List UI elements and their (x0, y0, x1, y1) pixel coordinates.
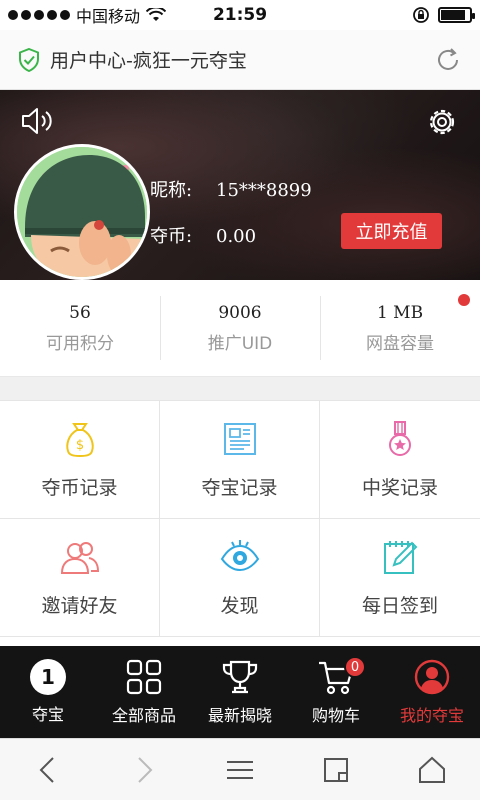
eye-icon (220, 540, 259, 572)
grid-item-label: 夺宝记录 (201, 477, 278, 499)
cart-badge: 0 (344, 656, 366, 678)
page-title: 用户中心-疯狂一元夺宝 (50, 50, 247, 72)
refresh-icon[interactable] (434, 46, 462, 74)
grid-item-label: 夺币记录 (41, 477, 118, 499)
nav-label: 购物车 (311, 706, 360, 725)
stat-label: 网盘容量 (366, 333, 434, 354)
money-bag-icon: $ (65, 423, 94, 458)
grid-item-label: 中奖记录 (361, 477, 438, 499)
forward-icon[interactable] (129, 755, 159, 785)
grid-item-winning-records[interactable]: 中奖记录 (320, 401, 480, 519)
stats-bar: 56 可用积分 9006 推广UID 1 MB 网盘容量 (0, 280, 480, 376)
grid-item-label: 邀请好友 (41, 595, 118, 617)
nav-item-cart[interactable]: 0 购物车 (288, 646, 384, 738)
medal-icon (389, 421, 411, 456)
home-icon[interactable] (417, 755, 447, 785)
nav-item-my-duobao[interactable]: 我的夺宝 (384, 646, 480, 738)
svg-text:$: $ (75, 438, 83, 453)
coins-row: 夺币: 0.00 (150, 222, 256, 248)
stat-label: 推广UID (207, 333, 273, 354)
grid-item-coin-records[interactable]: $ 夺币记录 (0, 401, 160, 519)
grid-item-label: 发现 (220, 595, 259, 617)
users-icon (60, 542, 99, 574)
tabs-icon[interactable] (321, 755, 351, 785)
trophy-icon (222, 660, 258, 694)
grid-item-daily-checkin[interactable]: 每日签到 (320, 519, 480, 637)
gear-icon[interactable] (424, 104, 460, 140)
battery-icon (438, 7, 475, 23)
browser-toolbar (0, 738, 480, 800)
speaker-icon[interactable] (20, 106, 54, 136)
wifi-icon (146, 8, 167, 21)
nav-item-duobao[interactable]: 1 夺宝 (0, 646, 96, 738)
stat-uid[interactable]: 9006 推广UID (160, 280, 320, 376)
nickname-label: 昵称: (150, 180, 193, 201)
grid-item-treasure-records[interactable]: 夺宝记录 (160, 401, 320, 519)
coins-value: 0.00 (216, 226, 257, 247)
grid-icon (126, 659, 162, 695)
stat-value: 9006 (218, 302, 262, 323)
nickname-value: 15***8899 (216, 180, 312, 201)
stat-value: 56 (69, 302, 91, 323)
menu-icon[interactable] (225, 755, 255, 785)
status-time: 21:59 (212, 5, 268, 25)
back-icon[interactable] (33, 755, 63, 785)
cartoon-avatar-icon (17, 147, 147, 277)
stat-value: 1 MB (376, 302, 424, 323)
nav-item-all-products[interactable]: 全部商品 (96, 646, 192, 738)
shield-check-icon (19, 47, 39, 72)
carrier-name: 中国移动 (76, 7, 141, 26)
stat-points[interactable]: 56 可用积分 (0, 280, 160, 376)
nav-label: 最新揭晓 (207, 706, 272, 725)
feature-grid: $ 夺币记录 夺宝记录 中奖记录 邀请好友 发现 每日签到 (0, 400, 480, 646)
avatar[interactable] (14, 144, 150, 280)
bottom-nav: 1 夺宝 全部商品 最新揭晓 0 购物车 我的夺宝 (0, 646, 480, 738)
section-divider (0, 376, 480, 400)
document-icon (223, 423, 256, 455)
recharge-button[interactable]: 立即充值 (341, 213, 442, 249)
nav-label: 我的夺宝 (399, 706, 464, 725)
profile-header: 昵称: 15***8899 夺币: 0.00 立即充值 (0, 90, 480, 280)
stat-storage[interactable]: 1 MB 网盘容量 (320, 280, 480, 376)
number-one-icon: 1 (30, 659, 66, 695)
nav-label: 夺宝 (31, 705, 64, 724)
user-circle-icon (414, 659, 450, 695)
grid-item-invite-friends[interactable]: 邀请好友 (0, 519, 160, 637)
stat-label: 可用积分 (46, 333, 114, 354)
rotation-lock-icon (413, 7, 429, 23)
notepad-icon (384, 541, 418, 574)
nav-label: 全部商品 (111, 706, 176, 725)
coins-label: 夺币: (150, 226, 193, 247)
signal-strength-icon (8, 10, 70, 20)
grid-item-label: 每日签到 (361, 595, 438, 617)
nav-item-latest-results[interactable]: 最新揭晓 (192, 646, 288, 738)
grid-item-discover[interactable]: 发现 (160, 519, 320, 637)
address-bar: 用户中心-疯狂一元夺宝 (0, 30, 480, 90)
notification-dot (458, 294, 470, 306)
status-bar: 中国移动 21:59 (0, 0, 480, 30)
nickname-row: 昵称: 15***8899 (150, 176, 312, 202)
